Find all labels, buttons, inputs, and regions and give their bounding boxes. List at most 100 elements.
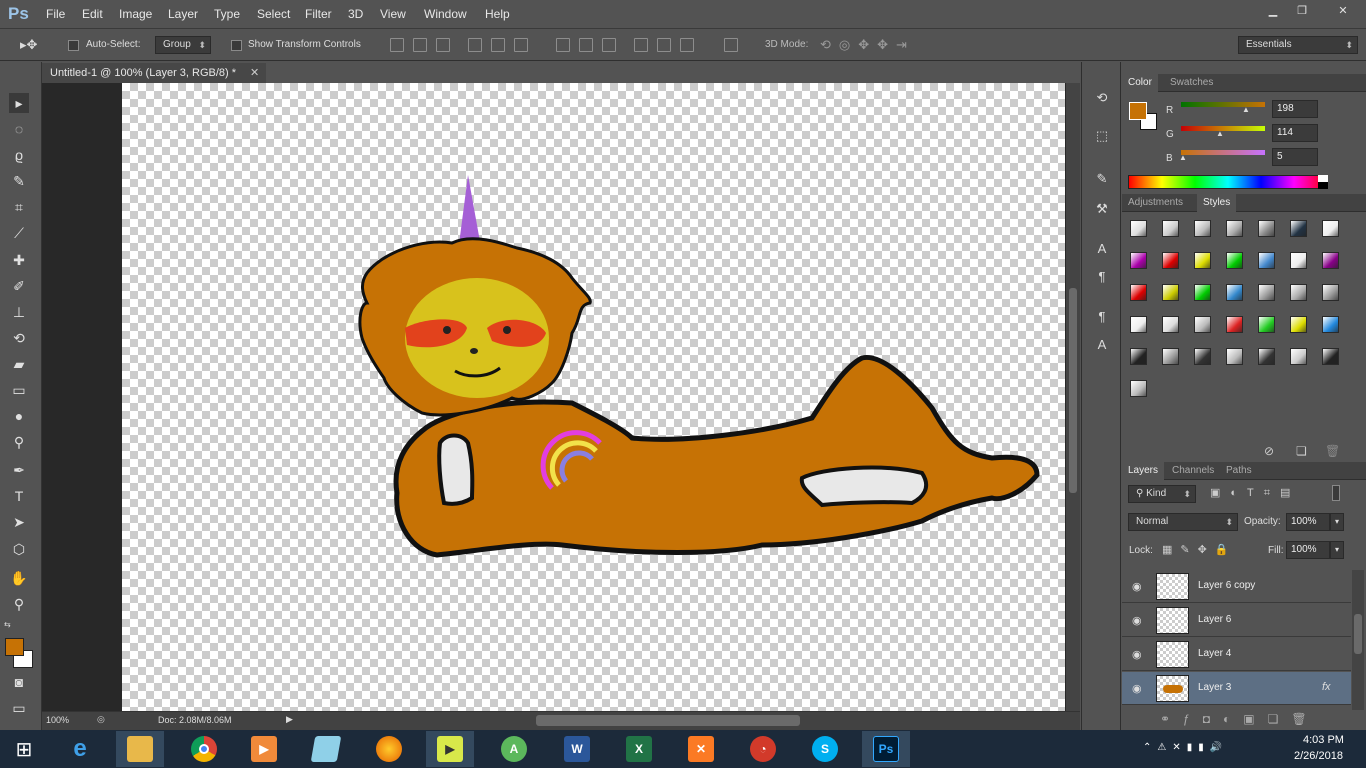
taskbar-chrome[interactable] [180,731,228,767]
clone-stamp-tool-icon[interactable]: ⊥ [9,302,29,322]
color-ramp-bw[interactable] [1318,175,1328,189]
swap-colors-icon[interactable]: ⇆ [4,620,11,629]
gradient-tool-icon[interactable]: ▭ [9,380,29,400]
tab-channels[interactable]: Channels [1166,462,1220,480]
layers-scrollbar[interactable] [1352,570,1364,710]
show-transform-checkbox[interactable] [231,40,242,51]
new-style-icon[interactable]: ❏ [1296,444,1307,458]
channel-b-value[interactable]: 5 [1272,148,1318,166]
tab-layers[interactable]: Layers [1122,462,1165,480]
layers-footer-icons[interactable]: ⚭ƒ◘◐▣❏🗑 [1160,712,1320,726]
document-canvas[interactable] [122,83,1065,711]
restore-icon[interactable]: ❐ [1288,3,1316,19]
visibility-eye-icon[interactable]: ◉ [1132,648,1142,661]
distribute-right-icon[interactable] [680,38,694,52]
taskbar-media[interactable]: ▶ [240,731,288,767]
3d-mode-icons[interactable]: ⟲◎✥✥⇥ [820,37,915,53]
align-top-icon[interactable] [390,38,404,52]
minimize-icon[interactable]: ▁ [1259,3,1287,19]
layer-row-selected[interactable]: ◉ Layer 3 fx [1122,672,1351,705]
style-swatch[interactable] [1322,252,1339,269]
zoom-level[interactable]: 100% [46,715,69,725]
style-swatch[interactable] [1162,348,1179,365]
system-tray-icons[interactable]: ⌃⚠✕▮▮🔊 [1143,742,1228,753]
style-swatch[interactable] [1290,316,1307,333]
style-swatch[interactable] [1130,220,1147,237]
color-ramp[interactable] [1128,175,1328,189]
style-swatch[interactable] [1130,316,1147,333]
menu-3d[interactable]: 3D [348,7,363,21]
clear-style-icon[interactable]: ⊘ [1264,444,1274,458]
menu-select[interactable]: Select [257,7,290,21]
align-vcenter-icon[interactable] [413,38,427,52]
quick-mask-icon[interactable]: ◙ [9,672,29,692]
style-swatch[interactable] [1322,348,1339,365]
style-swatch[interactable] [1290,220,1307,237]
move-tool-icon[interactable]: ▸ [9,93,29,113]
taskbar-ie[interactable]: e [56,731,104,767]
visibility-eye-icon[interactable]: ◉ [1132,580,1142,593]
shape-tool-icon[interactable]: ⬡ [9,539,29,559]
taskbar-excel[interactable]: X [615,731,663,767]
taskbar-xampp[interactable]: ✕ [677,731,725,767]
paragraph-panel-icon[interactable]: ¶ [1092,267,1112,287]
move-tool-preset-icon[interactable]: ▸✥ [20,37,37,53]
auto-select-dropdown[interactable]: Group [155,36,211,54]
layer-filter-dropdown[interactable]: ⚲ Kind [1128,485,1196,503]
eyedropper-tool-icon[interactable]: ⟋ [9,223,29,243]
paragraph-styles-icon[interactable]: A [1092,335,1112,355]
clock-date[interactable]: 2/26/2018 [1294,750,1343,762]
menu-edit[interactable]: Edit [82,7,103,21]
distribute-left-icon[interactable] [634,38,648,52]
close-icon[interactable]: ✕ [1326,3,1360,19]
taskbar-word[interactable]: W [553,731,601,767]
lasso-tool-icon[interactable]: ϱ [9,145,29,165]
menu-image[interactable]: Image [119,7,152,21]
blend-mode-dropdown[interactable]: Normal [1128,513,1238,531]
menu-filter[interactable]: Filter [305,7,332,21]
history-brush-tool-icon[interactable]: ⟲ [9,328,29,348]
style-swatch[interactable] [1194,252,1211,269]
doc-info-icon[interactable]: ◎ [97,714,105,725]
taskbar-explorer[interactable] [116,731,164,767]
hand-tool-icon[interactable]: ✋ [9,568,29,588]
style-swatch[interactable] [1226,348,1243,365]
tab-color[interactable]: Color [1122,74,1158,92]
layer-row[interactable]: ◉ Layer 4 [1122,638,1351,671]
start-button[interactable]: ⊞ [0,731,48,767]
style-swatch[interactable] [1162,316,1179,333]
channel-b-thumb[interactable]: ▲ [1179,153,1187,162]
style-swatch[interactable] [1130,284,1147,301]
menu-view[interactable]: View [380,7,406,21]
taskbar-photoshop[interactable]: Ps [862,731,910,767]
foreground-color-swatch[interactable] [5,638,24,656]
style-swatch[interactable] [1194,284,1211,301]
fill-dropdown-icon[interactable]: ▾ [1330,541,1344,559]
taskbar-notes[interactable] [302,731,350,767]
taskbar-android[interactable]: A [490,731,538,767]
channel-g-thumb[interactable]: ▲ [1216,129,1224,138]
close-tab-icon[interactable]: ✕ [250,63,259,83]
distribute-top-icon[interactable] [556,38,570,52]
layer-row[interactable]: ◉ Layer 6 copy [1122,570,1351,603]
layer-row[interactable]: ◉ Layer 6 [1122,604,1351,637]
layer-filter-icons[interactable]: ▣◐T⌗▤ [1210,486,1300,500]
opacity-dropdown-icon[interactable]: ▾ [1330,513,1344,531]
taskbar-skype[interactable]: S [801,731,849,767]
style-swatch[interactable] [1290,252,1307,269]
screen-mode-icon[interactable]: ▭ [9,698,29,718]
style-swatch[interactable] [1322,284,1339,301]
delete-style-icon[interactable]: 🗑 [1325,444,1340,458]
style-swatch[interactable] [1194,220,1211,237]
brush-panel-icon[interactable]: ✎ [1092,169,1112,189]
taskbar-firefox[interactable] [365,731,413,767]
document-tab[interactable]: Untitled-1 @ 100% (Layer 3, RGB/8) * ✕ [42,63,266,83]
tab-swatches[interactable]: Swatches [1164,74,1219,92]
tab-adjustments[interactable]: Adjustments [1122,194,1189,212]
channel-r-thumb[interactable]: ▲ [1242,105,1250,114]
channel-r-slider[interactable] [1181,102,1265,107]
distribute-vcenter-icon[interactable] [579,38,593,52]
menu-type[interactable]: Type [214,7,240,21]
taskbar-presentation[interactable]: ▶ [426,731,474,767]
menu-layer[interactable]: Layer [168,7,198,21]
